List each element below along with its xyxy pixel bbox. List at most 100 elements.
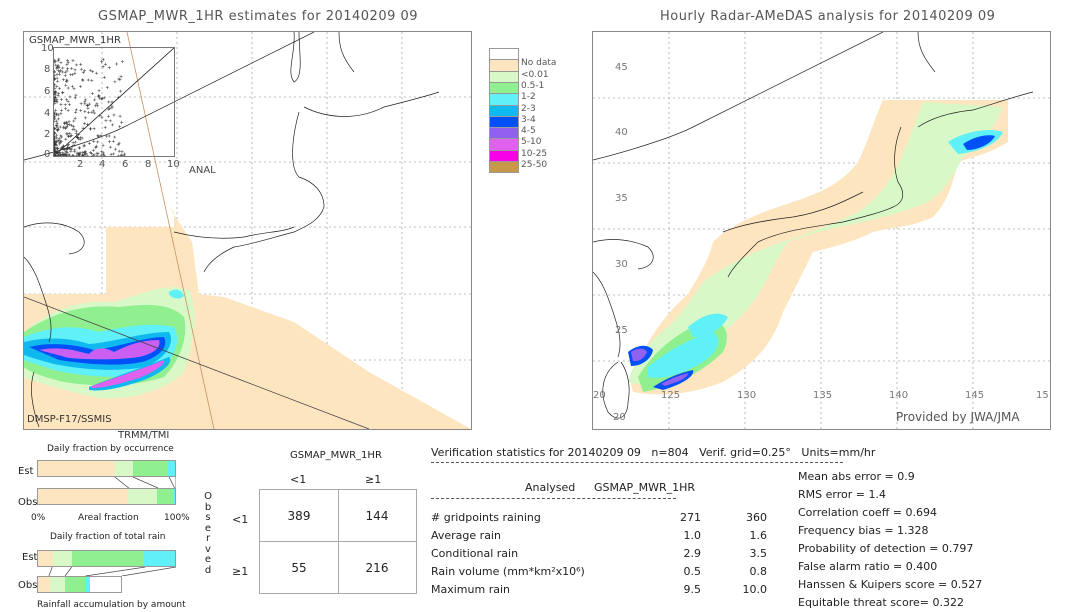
legend-label: 5-10 bbox=[521, 137, 542, 148]
inset-xtick: 2 bbox=[77, 159, 84, 170]
legend-swatch bbox=[489, 104, 519, 117]
stats-row-analysed: 1.0 bbox=[683, 529, 702, 542]
lon-tick: 140 bbox=[889, 390, 909, 401]
contingency-title: GSMAP_MWR_1HR bbox=[290, 450, 382, 461]
stats-row-model: 10.0 bbox=[742, 583, 768, 596]
scatter-point bbox=[63, 107, 67, 111]
scatter-point bbox=[63, 73, 67, 77]
bar-connector bbox=[132, 477, 159, 488]
legend-swatch bbox=[489, 48, 519, 60]
scatter-point bbox=[105, 134, 109, 138]
scatter-point bbox=[79, 102, 83, 106]
bar-connector bbox=[168, 477, 175, 488]
scatter-point bbox=[120, 60, 124, 64]
scatter-point bbox=[81, 78, 85, 82]
lon-tick: 130 bbox=[737, 390, 757, 401]
occurrence-obs-label: Obs bbox=[18, 497, 38, 508]
legend-swatch bbox=[489, 115, 519, 128]
scatter-point bbox=[57, 92, 61, 96]
scatter-point bbox=[101, 58, 105, 62]
legend-label: 0.5-1 bbox=[521, 80, 545, 91]
scatter-point bbox=[119, 75, 123, 79]
scatter-point bbox=[61, 78, 65, 82]
stats-row-model: 3.5 bbox=[749, 547, 768, 560]
bar-segment bbox=[157, 489, 174, 504]
stats-header: Verification statistics for 20140209 09 … bbox=[431, 446, 876, 459]
scatter-point bbox=[92, 127, 96, 131]
scatter-point bbox=[103, 126, 107, 130]
scatter-point bbox=[98, 114, 102, 118]
scatter-point bbox=[79, 62, 83, 66]
occurrence-est-bar bbox=[37, 460, 176, 477]
stats-col-model: GSMAP_MWR_1HR bbox=[594, 481, 696, 494]
scatter-point bbox=[113, 147, 117, 151]
legend-label: No data bbox=[521, 58, 557, 69]
scatter-point bbox=[63, 147, 67, 151]
bar-segment bbox=[168, 461, 175, 476]
legend-label: 2-3 bbox=[521, 103, 536, 114]
scatter-point bbox=[54, 136, 58, 140]
legend-swatch bbox=[489, 161, 519, 173]
bar-segment bbox=[52, 551, 72, 566]
scatter-point bbox=[67, 134, 71, 138]
scatter-point bbox=[89, 127, 93, 131]
bar-segment bbox=[71, 551, 144, 566]
scatter-point bbox=[70, 84, 74, 88]
scatter-point bbox=[74, 93, 78, 97]
scatter-point bbox=[83, 100, 87, 104]
scatter-point bbox=[113, 80, 117, 84]
scatter-point bbox=[87, 142, 91, 146]
scatter-point bbox=[81, 78, 85, 82]
scatter-point bbox=[94, 146, 98, 150]
scatter-point bbox=[85, 154, 89, 158]
stats-row-label: Average rain bbox=[431, 529, 501, 542]
scatter-point bbox=[77, 146, 81, 150]
scatter-point bbox=[96, 134, 100, 138]
right-map-canvas bbox=[593, 32, 1050, 429]
legend-label: 1-2 bbox=[521, 92, 536, 103]
scatter-point bbox=[70, 67, 74, 71]
scatter-point bbox=[111, 123, 115, 127]
left-map: GSMAP_MWR_1HR 10 8 6 4 2 0 2 4 6 8 10 AN… bbox=[23, 31, 472, 430]
scatter-point bbox=[96, 140, 100, 144]
scatter-point bbox=[85, 104, 89, 108]
scatter-point bbox=[55, 139, 59, 143]
scatter-point bbox=[73, 68, 77, 72]
scatter-point bbox=[53, 82, 57, 86]
scatter-point bbox=[58, 142, 62, 146]
contingency-row2: ≥1 bbox=[232, 565, 249, 578]
scatter-point bbox=[66, 100, 70, 104]
stats-row-analysed: 271 bbox=[680, 511, 701, 524]
lon-tick: 125 bbox=[661, 390, 681, 401]
legend-swatch bbox=[489, 59, 519, 72]
scatter-point bbox=[111, 152, 115, 156]
scatter-point bbox=[96, 134, 100, 138]
scatter-point bbox=[111, 139, 115, 143]
observed-axis-label: Observed bbox=[203, 491, 213, 576]
credit-label: Provided by JWA/JMA bbox=[896, 410, 1020, 424]
inset-xtick: 10 bbox=[167, 159, 180, 170]
occurrence-xlabel: Areal fraction bbox=[78, 513, 139, 523]
scatter-point bbox=[69, 73, 73, 77]
totalrain-title: Daily fraction of total rain bbox=[50, 532, 166, 542]
bar-segment bbox=[114, 461, 133, 476]
stats-score: Correlation coeff = 0.694 bbox=[798, 506, 937, 519]
scatter-point bbox=[74, 129, 78, 133]
scatter-point bbox=[97, 89, 101, 93]
scatter-point bbox=[101, 151, 105, 155]
scatter-point bbox=[92, 139, 96, 143]
scatter-point bbox=[96, 104, 100, 108]
scatter-point bbox=[63, 103, 67, 107]
lon-tick: 15 bbox=[1036, 390, 1049, 401]
bar-connector bbox=[114, 477, 129, 488]
scatter-point bbox=[65, 98, 69, 102]
bar-connector bbox=[121, 567, 176, 576]
scatter-point bbox=[73, 96, 77, 100]
scatter-point bbox=[56, 117, 60, 121]
inset-ytick: 6 bbox=[44, 86, 51, 97]
legend-label: <0.01 bbox=[521, 69, 549, 80]
stats-col-analysed: Analysed bbox=[525, 481, 576, 494]
inset-scatter bbox=[52, 47, 175, 158]
scatter-point bbox=[100, 150, 104, 154]
scatter-point bbox=[74, 110, 78, 114]
